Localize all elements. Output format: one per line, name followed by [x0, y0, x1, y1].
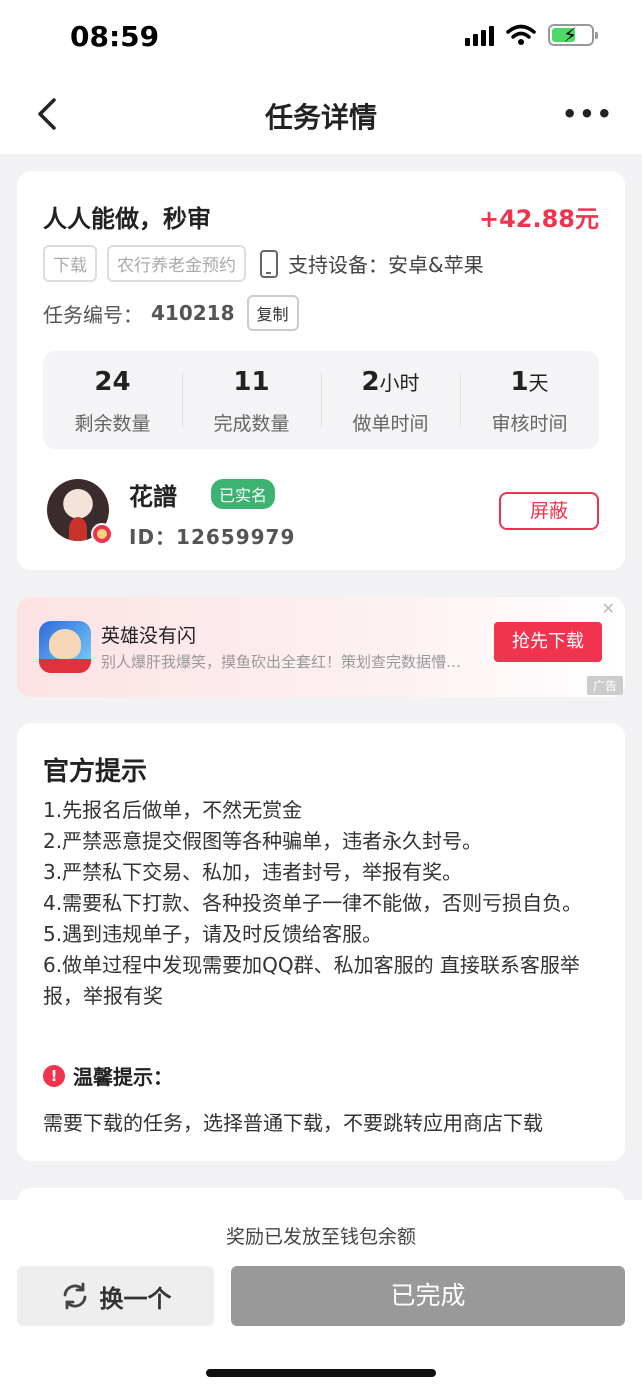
switch-task-button[interactable]: 换一个	[17, 1266, 214, 1326]
bottom-bar: 奖励已发放至钱包余额 换一个 已完成	[0, 1200, 642, 1389]
status-bar: 08:59 ⚡	[0, 0, 642, 78]
charging-bolt-icon: ⚡	[563, 23, 578, 47]
list-item: 2.严禁恶意提交假图等各种骗单，违者永久封号。	[43, 829, 483, 853]
tag-download: 下载	[43, 245, 97, 282]
switch-task-label: 换一个	[99, 1284, 172, 1313]
ad-download-button[interactable]: 抢先下载	[494, 622, 602, 662]
task-number-value: 410218	[151, 301, 235, 325]
official-tips-card: 官方提示 1.先报名后做单，不然无赏金 2.严禁恶意提交假图等各种骗单，违者永久…	[17, 723, 625, 1161]
avatar-badge-icon	[91, 523, 113, 545]
task-number-row: 任务编号： 410218 复制	[43, 295, 299, 331]
ad-title: 英雄没有闪	[101, 625, 197, 647]
stat-label: 做单时间	[352, 413, 429, 435]
reward-note: 奖励已发放至钱包余额	[225, 1226, 416, 1248]
warning-icon: !	[43, 1064, 65, 1087]
copy-button[interactable]: 复制	[246, 295, 299, 331]
signal-icon	[465, 24, 494, 46]
stat-label: 审核时间	[491, 413, 568, 435]
tag-category: 农行养老金预约	[107, 245, 246, 282]
device-icon	[260, 249, 278, 278]
publisher-id: ID：12659979	[129, 525, 296, 549]
stat-value: 2	[361, 367, 380, 397]
list-item: 6.做单过程中发现需要加QQ群、私加客服的 直接联系客服举报，举报有奖	[43, 953, 580, 1008]
nav-bar: 任务详情 •••	[0, 78, 642, 154]
tips-list: 1.先报名后做单，不然无赏金 2.严禁恶意提交假图等各种骗单，违者永久封号。 3…	[43, 795, 595, 1012]
list-item: 1.先报名后做单，不然无赏金	[43, 798, 303, 822]
warm-tip-header: ! 温馨提示：	[43, 1061, 173, 1090]
status-icons: ⚡	[465, 23, 598, 47]
stat-work-time: 2 小时 做单时间	[321, 351, 460, 449]
task-stats: 24 剩余数量 11 完成数量 2 小时 做单时间 1天 审核时间	[43, 351, 599, 449]
tips-title: 官方提示	[43, 757, 148, 787]
close-icon[interactable]: ✕	[602, 599, 615, 618]
ad-label: 广告	[586, 676, 623, 695]
device-support-label: 支持设备：安卓&苹果	[288, 253, 484, 277]
publisher-name: 花譜	[129, 483, 177, 511]
wifi-icon	[506, 24, 536, 45]
warm-tip-text: 需要下载的任务，选择普通下载，不要跳转应用商店下载	[43, 1111, 543, 1135]
home-indicator	[206, 1369, 436, 1377]
list-item: 3.严禁私下交易、私加，违者封号，举报有奖。	[43, 860, 463, 884]
task-card: 人人能做，秒审 +42.88元 下载 农行养老金预约 支持设备：安卓&苹果 任务…	[17, 171, 625, 570]
stat-unit: 小时	[379, 371, 420, 395]
task-title: 人人能做，秒审	[43, 205, 211, 233]
stat-label: 完成数量	[213, 413, 290, 435]
list-item: 4.需要私下打款、各种投资单子一律不能做，否则亏损自负。	[43, 891, 583, 915]
page-title: 任务详情	[264, 101, 377, 134]
ad-app-icon	[39, 621, 91, 673]
task-tags: 下载 农行养老金预约 支持设备：安卓&苹果	[43, 245, 484, 282]
task-reward: +42.88元	[478, 205, 599, 233]
more-icon[interactable]: •••	[562, 100, 614, 128]
stat-value: 11	[233, 367, 270, 397]
ad-description: 别人爆肝我爆笑，摸鱼砍出全套红！策划查完数据懵…	[101, 653, 462, 671]
task-number-label: 任务编号：	[43, 302, 143, 327]
stat-value: 24	[94, 367, 131, 397]
page: 08:59 ⚡ 任务详情 ••• 人人能做，秒审 +42.88元 下载 农行养老…	[0, 0, 642, 1389]
battery-icon: ⚡	[548, 23, 598, 47]
completed-button[interactable]: 已完成	[231, 1266, 625, 1326]
stat-remaining: 24 剩余数量	[43, 351, 182, 449]
list-item: 5.遇到违规单子，请及时反馈给客服。	[43, 922, 383, 946]
stat-value: 1	[510, 367, 529, 397]
stat-review-time: 1天 审核时间	[460, 351, 599, 449]
block-button[interactable]: 屏蔽	[499, 492, 599, 530]
warm-tip-title: 温馨提示：	[73, 1065, 173, 1089]
verified-badge: 已实名	[211, 479, 276, 509]
stat-unit: 天	[528, 371, 549, 395]
publisher-row: 花譜 已实名 ID：12659979 屏蔽	[43, 473, 599, 549]
refresh-icon	[63, 1282, 86, 1310]
ad-banner[interactable]: 英雄没有闪 别人爆肝我爆笑，摸鱼砍出全套红！策划查完数据懵… 抢先下载 ✕ 广告	[17, 597, 625, 697]
stat-label: 剩余数量	[74, 413, 151, 435]
stat-completed: 11 完成数量	[182, 351, 321, 449]
status-time: 08:59	[70, 20, 160, 53]
